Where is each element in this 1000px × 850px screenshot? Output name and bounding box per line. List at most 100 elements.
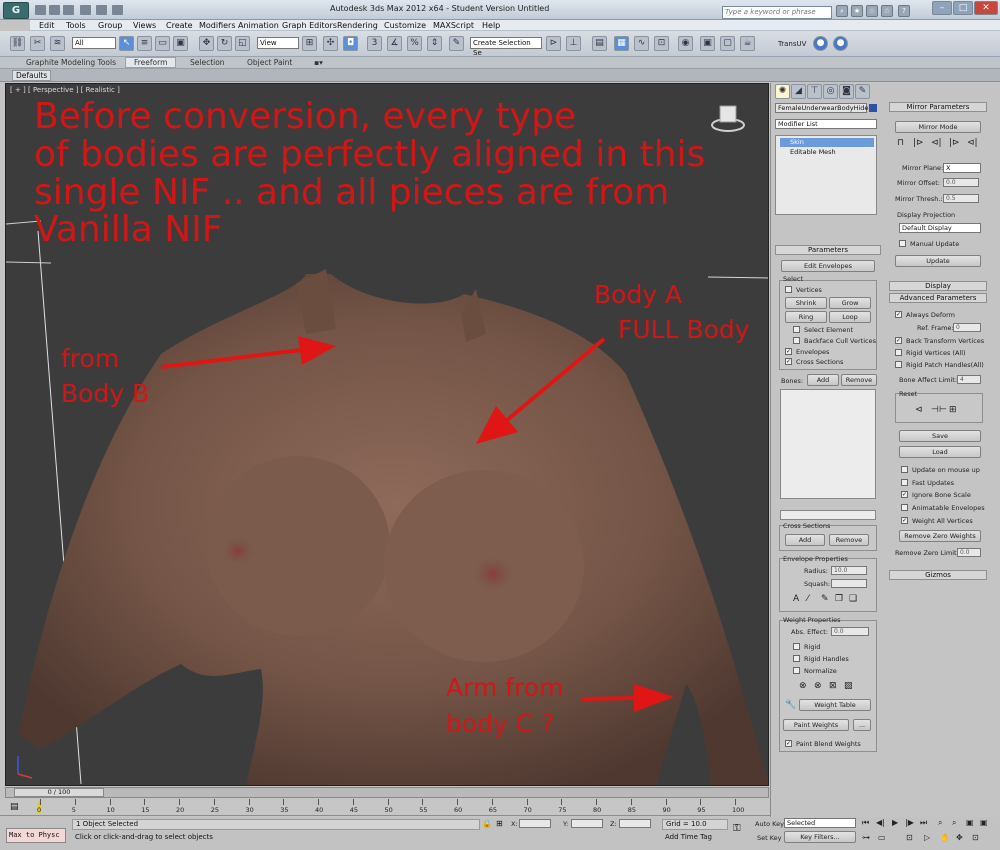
remove-zero-limit-spinner[interactable]: 0.0	[957, 548, 981, 557]
menu-maxscript[interactable]: MAXScript	[433, 21, 474, 30]
favorites-icon[interactable]: ☆	[881, 5, 893, 17]
display-projection-dropdown[interactable]: Default Display	[899, 223, 981, 233]
weight-table-button[interactable]: Weight Table	[799, 699, 871, 711]
bind-to-space-warp-icon[interactable]: ≋	[50, 36, 65, 51]
lock-selection-icon[interactable]: 🔒	[482, 819, 492, 828]
window-crossing-icon[interactable]: ▣	[173, 36, 188, 51]
communication-center-icon[interactable]: ☆	[866, 5, 878, 17]
rigid-handles-checkbox[interactable]	[793, 655, 800, 662]
time-config-icon[interactable]: ⊡	[906, 833, 913, 842]
manual-update-checkbox[interactable]	[899, 240, 906, 247]
zoom-extents-all-icon[interactable]: ▣	[980, 818, 988, 827]
rectangular-selection-icon[interactable]: ▭	[155, 36, 170, 51]
weight-slider-field[interactable]	[780, 510, 876, 520]
utilities-tab-icon[interactable]: ✎	[855, 84, 870, 99]
menu-create[interactable]: Create	[166, 21, 193, 30]
unlink-icon[interactable]: ✂	[30, 36, 45, 51]
reference-coordinate-dropdown[interactable]: View	[257, 37, 299, 49]
mirror-icon[interactable]: ⊳	[546, 36, 561, 51]
graphite-toggle-icon[interactable]: ▦	[614, 36, 629, 51]
z-coord-field[interactable]	[619, 819, 651, 828]
cross-section-remove-button[interactable]: Remove	[829, 534, 869, 546]
rigid-patch-checkbox[interactable]	[895, 361, 902, 368]
load-button[interactable]: Load	[899, 446, 981, 458]
paint-blend-weights-checkbox[interactable]: ✓	[785, 740, 792, 747]
select-and-rotate-icon[interactable]: ↻	[217, 36, 232, 51]
cross-sections-checkbox[interactable]: ✓	[785, 358, 792, 365]
modifier-list-dropdown[interactable]: Modifier List	[775, 119, 877, 129]
display-tab-icon[interactable]: ◙	[839, 84, 854, 99]
tab-graphite-modeling-tools[interactable]: Graphite Modeling Tools	[26, 58, 116, 67]
time-slider-handle[interactable]: 0 / 100	[14, 788, 104, 797]
angle-snap-icon[interactable]: ∡	[387, 36, 402, 51]
select-and-link-icon[interactable]: ⛓	[10, 36, 25, 51]
key-mode-toggle-icon[interactable]: ⊶	[862, 833, 870, 842]
paste-blue-verts-icon[interactable]: ⊲|	[967, 138, 978, 148]
envelope-absolute-icon[interactable]: A	[793, 594, 799, 604]
gizmos-rollout-header[interactable]: Gizmos	[889, 570, 987, 580]
pivot-center-icon[interactable]: ⊞	[302, 36, 317, 51]
modify-tab-icon[interactable]: ◢	[791, 84, 806, 99]
rigid-vertices-checkbox[interactable]	[895, 349, 902, 356]
minimize-button[interactable]: –	[932, 1, 952, 15]
menu-graph-editors[interactable]: Graph Editors	[282, 21, 337, 30]
normalize-checkbox[interactable]	[793, 667, 800, 674]
curve-editor-icon[interactable]: ∿	[634, 36, 649, 51]
perspective-viewport[interactable]: [ + ] [ Perspective ] [ Realistic ] Befo…	[5, 83, 769, 786]
vertices-checkbox[interactable]	[785, 286, 792, 293]
bones-list[interactable]	[780, 389, 876, 499]
falloff-icon[interactable]: ✎	[821, 594, 829, 604]
create-tab-icon[interactable]: ✺	[775, 84, 790, 99]
field-of-view-icon[interactable]: ▷	[924, 833, 930, 842]
y-coord-field[interactable]	[571, 819, 603, 828]
maximize-viewport-icon[interactable]: ⊡	[972, 833, 979, 842]
defaults-label[interactable]: Defaults	[12, 70, 52, 81]
previous-frame-icon[interactable]: ◀|	[876, 818, 885, 827]
weight-tool-icon[interactable]: 🔧	[785, 700, 796, 710]
menu-modifiers[interactable]: Modifiers	[199, 21, 236, 30]
subscription-icon[interactable]: ★	[851, 5, 863, 17]
x-coord-field[interactable]	[519, 819, 551, 828]
loop-button[interactable]: Loop	[829, 311, 871, 323]
menu-tools[interactable]: Tools	[66, 21, 86, 30]
selection-filter-dropdown[interactable]: All	[72, 37, 116, 49]
animatable-envelopes-checkbox[interactable]	[901, 504, 908, 511]
schematic-view-icon[interactable]: ⊡	[654, 36, 669, 51]
object-color-swatch[interactable]	[869, 104, 877, 112]
rigid-checkbox[interactable]	[793, 643, 800, 650]
shrink-button[interactable]: Shrink	[785, 297, 827, 309]
material-editor-icon[interactable]: ◉	[678, 36, 693, 51]
maxscript-listener-field[interactable]: Max to Physc	[6, 828, 66, 843]
frame-counter-icon[interactable]: ▭	[878, 833, 886, 842]
add-bone-button[interactable]: Add	[807, 374, 839, 386]
paste-green-verts-icon[interactable]: |⊳	[949, 138, 960, 148]
play-icon[interactable]: ▶	[892, 818, 898, 827]
time-slider[interactable]: 0 / 100	[5, 787, 769, 798]
zoom-icon[interactable]: ⌕	[938, 818, 942, 828]
exclude-verts-icon[interactable]: ⊗	[799, 681, 807, 691]
mirror-paste-icon[interactable]: ⊓	[897, 138, 904, 148]
set-key-icon[interactable]: ⚿	[733, 823, 741, 834]
abs-effect-spinner[interactable]: 0.0	[831, 627, 869, 636]
zoom-all-icon[interactable]: ⌕	[952, 818, 956, 828]
select-by-name-icon[interactable]: ≡	[137, 36, 152, 51]
tab-selection[interactable]: Selection	[190, 58, 225, 67]
back-transform-checkbox[interactable]: ✓	[895, 337, 902, 344]
select-object-icon[interactable]: ↖	[119, 36, 134, 51]
paste-envelope-icon[interactable]: ❑	[849, 594, 857, 604]
select-element-checkbox[interactable]	[793, 326, 800, 333]
rendered-frame-window-icon[interactable]: ▢	[720, 36, 735, 51]
save-file-icon[interactable]	[63, 5, 74, 15]
menu-customize[interactable]: Customize	[384, 21, 426, 30]
mirror-plane-dropdown[interactable]: X	[943, 163, 981, 173]
go-to-start-icon[interactable]: ⏮	[862, 818, 869, 828]
mirror-thresh-spinner[interactable]: 0.5	[943, 194, 979, 203]
backface-cull-checkbox[interactable]	[793, 337, 800, 344]
redo-icon[interactable]	[96, 5, 107, 15]
app-logo-icon[interactable]: G	[3, 2, 29, 19]
script-button-2-icon[interactable]: ●	[833, 36, 848, 51]
spinner-snap-icon[interactable]: ⇕	[427, 36, 442, 51]
percent-snap-icon[interactable]: %	[407, 36, 422, 51]
absolute-mode-icon[interactable]: ⊞	[496, 819, 503, 828]
display-rollout-header[interactable]: Display	[889, 281, 987, 291]
